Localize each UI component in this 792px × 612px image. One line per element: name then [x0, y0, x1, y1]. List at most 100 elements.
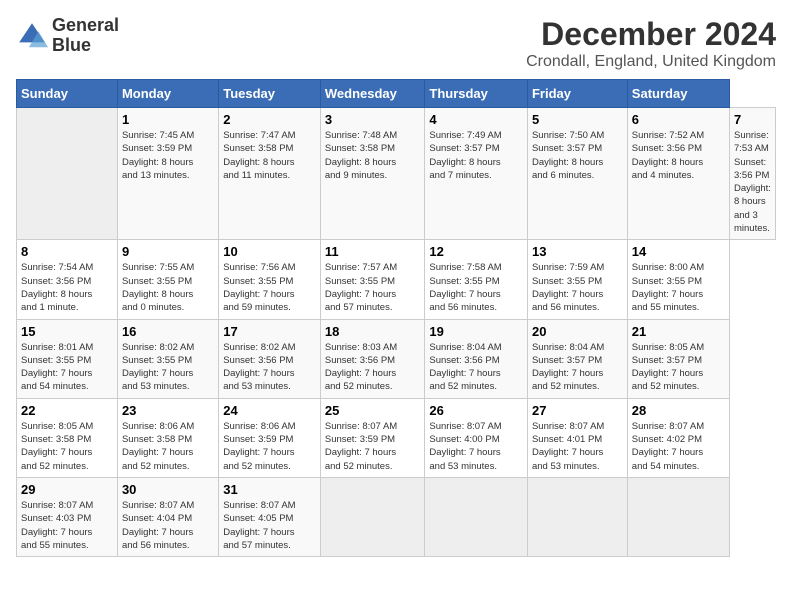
day-info: Sunrise: 7:48 AMSunset: 3:58 PMDaylight:… — [325, 129, 421, 182]
day-number: 21 — [632, 324, 725, 339]
day-number: 30 — [122, 482, 214, 497]
day-number: 14 — [632, 244, 725, 259]
calendar-cell — [425, 477, 528, 556]
calendar-cell: 20 Sunrise: 8:04 AMSunset: 3:57 PMDayligh… — [527, 319, 627, 398]
calendar-week-1: 1 Sunrise: 7:45 AMSunset: 3:59 PMDaylight… — [17, 108, 776, 240]
day-number: 1 — [122, 112, 214, 127]
day-info: Sunrise: 8:02 AMSunset: 3:56 PMDaylight:… — [223, 341, 316, 394]
day-info: Sunrise: 8:06 AMSunset: 3:58 PMDaylight:… — [122, 420, 214, 473]
day-info: Sunrise: 7:53 AMSunset: 3:56 PMDaylight:… — [734, 129, 771, 235]
day-number: 15 — [21, 324, 113, 339]
calendar-week-5: 29Sunrise: 8:07 AMSunset: 4:03 PMDayligh… — [17, 477, 776, 556]
calendar-week-2: 8 Sunrise: 7:54 AMSunset: 3:56 PMDaylight… — [17, 240, 776, 319]
logo-icon — [16, 20, 48, 52]
calendar-cell — [527, 477, 627, 556]
day-info: Sunrise: 8:05 AMSunset: 3:57 PMDaylight:… — [632, 341, 725, 394]
day-number: 17 — [223, 324, 316, 339]
calendar-cell: 3 Sunrise: 7:48 AMSunset: 3:58 PMDaylight… — [320, 108, 425, 240]
main-title: December 2024 — [526, 16, 776, 53]
calendar-cell: 7 Sunrise: 7:53 AMSunset: 3:56 PMDaylight… — [729, 108, 775, 240]
header-day-friday: Friday — [527, 80, 627, 108]
day-info: Sunrise: 8:07 AMSunset: 4:04 PMDaylight:… — [122, 499, 214, 552]
header-day-thursday: Thursday — [425, 80, 528, 108]
day-info: Sunrise: 7:57 AMSunset: 3:55 PMDaylight:… — [325, 261, 421, 314]
header-day-saturday: Saturday — [627, 80, 729, 108]
calendar-cell: 26 Sunrise: 8:07 AMSunset: 4:00 PMDayligh… — [425, 398, 528, 477]
calendar-cell: 8 Sunrise: 7:54 AMSunset: 3:56 PMDaylight… — [17, 240, 118, 319]
calendar-cell — [17, 108, 118, 240]
day-info: Sunrise: 8:04 AMSunset: 3:56 PMDaylight:… — [429, 341, 523, 394]
day-number: 23 — [122, 403, 214, 418]
day-number: 18 — [325, 324, 421, 339]
calendar-cell: 27Sunrise: 8:07 AMSunset: 4:01 PMDayligh… — [527, 398, 627, 477]
day-info: Sunrise: 7:54 AMSunset: 3:56 PMDaylight:… — [21, 261, 113, 314]
calendar-cell: 4 Sunrise: 7:49 AMSunset: 3:57 PMDaylight… — [425, 108, 528, 240]
day-number: 20 — [532, 324, 623, 339]
day-info: Sunrise: 8:07 AMSunset: 4:02 PMDaylight:… — [632, 420, 725, 473]
calendar-cell: 9Sunrise: 7:55 AMSunset: 3:55 PMDaylight… — [117, 240, 218, 319]
calendar-cell: 15 Sunrise: 8:01 AMSunset: 3:55 PMDayligh… — [17, 319, 118, 398]
day-info: Sunrise: 8:07 AMSunset: 4:05 PMDaylight:… — [223, 499, 316, 552]
day-number: 10 — [223, 244, 316, 259]
day-info: Sunrise: 7:50 AMSunset: 3:57 PMDaylight:… — [532, 129, 623, 182]
day-info: Sunrise: 8:01 AMSunset: 3:55 PMDaylight:… — [21, 341, 113, 394]
day-info: Sunrise: 7:56 AMSunset: 3:55 PMDaylight:… — [223, 261, 316, 314]
calendar-cell: 17 Sunrise: 8:02 AMSunset: 3:56 PMDayligh… — [219, 319, 321, 398]
day-number: 4 — [429, 112, 523, 127]
day-number: 6 — [632, 112, 725, 127]
logo-text: General Blue — [52, 16, 119, 56]
calendar-cell: 1 Sunrise: 7:45 AMSunset: 3:59 PMDaylight… — [117, 108, 218, 240]
calendar-cell: 23 Sunrise: 8:06 AMSunset: 3:58 PMDayligh… — [117, 398, 218, 477]
day-number: 2 — [223, 112, 316, 127]
day-number: 25 — [325, 403, 421, 418]
calendar-cell: 30 Sunrise: 8:07 AMSunset: 4:04 PMDayligh… — [117, 477, 218, 556]
calendar-cell: 2 Sunrise: 7:47 AMSunset: 3:58 PMDaylight… — [219, 108, 321, 240]
day-info: Sunrise: 7:45 AMSunset: 3:59 PMDaylight:… — [122, 129, 214, 182]
day-number: 19 — [429, 324, 523, 339]
calendar-week-4: 22 Sunrise: 8:05 AMSunset: 3:58 PMDayligh… — [17, 398, 776, 477]
calendar-cell: 6 Sunrise: 7:52 AMSunset: 3:56 PMDaylight… — [627, 108, 729, 240]
day-info: Sunrise: 7:49 AMSunset: 3:57 PMDaylight:… — [429, 129, 523, 182]
day-number: 3 — [325, 112, 421, 127]
day-number: 29 — [21, 482, 113, 497]
header-day-tuesday: Tuesday — [219, 80, 321, 108]
day-info: Sunrise: 8:04 AMSunset: 3:57 PMDaylight:… — [532, 341, 623, 394]
header-day-sunday: Sunday — [17, 80, 118, 108]
day-info: Sunrise: 8:07 AMSunset: 3:59 PMDaylight:… — [325, 420, 421, 473]
day-number: 13 — [532, 244, 623, 259]
day-info: Sunrise: 8:07 AMSunset: 4:00 PMDaylight:… — [429, 420, 523, 473]
day-number: 22 — [21, 403, 113, 418]
day-number: 26 — [429, 403, 523, 418]
title-block: December 2024 Crondall, England, United … — [526, 16, 776, 71]
day-number: 28 — [632, 403, 725, 418]
calendar-header-row: SundayMondayTuesdayWednesdayThursdayFrid… — [17, 80, 776, 108]
calendar-cell: 12Sunrise: 7:58 AMSunset: 3:55 PMDayligh… — [425, 240, 528, 319]
calendar-cell: 13Sunrise: 7:59 AMSunset: 3:55 PMDayligh… — [527, 240, 627, 319]
day-info: Sunrise: 7:47 AMSunset: 3:58 PMDaylight:… — [223, 129, 316, 182]
day-info: Sunrise: 7:52 AMSunset: 3:56 PMDaylight:… — [632, 129, 725, 182]
day-number: 27 — [532, 403, 623, 418]
calendar-cell: 31Sunrise: 8:07 AMSunset: 4:05 PMDayligh… — [219, 477, 321, 556]
day-number: 7 — [734, 112, 771, 127]
day-info: Sunrise: 8:00 AMSunset: 3:55 PMDaylight:… — [632, 261, 725, 314]
calendar-cell: 10 Sunrise: 7:56 AMSunset: 3:55 PMDayligh… — [219, 240, 321, 319]
calendar-cell: 22 Sunrise: 8:05 AMSunset: 3:58 PMDayligh… — [17, 398, 118, 477]
calendar-cell: 21 Sunrise: 8:05 AMSunset: 3:57 PMDayligh… — [627, 319, 729, 398]
calendar-cell: 11 Sunrise: 7:57 AMSunset: 3:55 PMDayligh… — [320, 240, 425, 319]
day-info: Sunrise: 8:06 AMSunset: 3:59 PMDaylight:… — [223, 420, 316, 473]
calendar-cell — [320, 477, 425, 556]
day-info: Sunrise: 8:05 AMSunset: 3:58 PMDaylight:… — [21, 420, 113, 473]
day-number: 24 — [223, 403, 316, 418]
day-info: Sunrise: 8:03 AMSunset: 3:56 PMDaylight:… — [325, 341, 421, 394]
day-number: 9 — [122, 244, 214, 259]
day-number: 11 — [325, 244, 421, 259]
day-number: 16 — [122, 324, 214, 339]
calendar-week-3: 15 Sunrise: 8:01 AMSunset: 3:55 PMDayligh… — [17, 319, 776, 398]
calendar-cell: 14 Sunrise: 8:00 AMSunset: 3:55 PMDayligh… — [627, 240, 729, 319]
header: General Blue December 2024 Crondall, Eng… — [16, 16, 776, 71]
calendar-cell — [627, 477, 729, 556]
day-number: 5 — [532, 112, 623, 127]
calendar-cell: 18 Sunrise: 8:03 AMSunset: 3:56 PMDayligh… — [320, 319, 425, 398]
day-number: 8 — [21, 244, 113, 259]
header-day-wednesday: Wednesday — [320, 80, 425, 108]
